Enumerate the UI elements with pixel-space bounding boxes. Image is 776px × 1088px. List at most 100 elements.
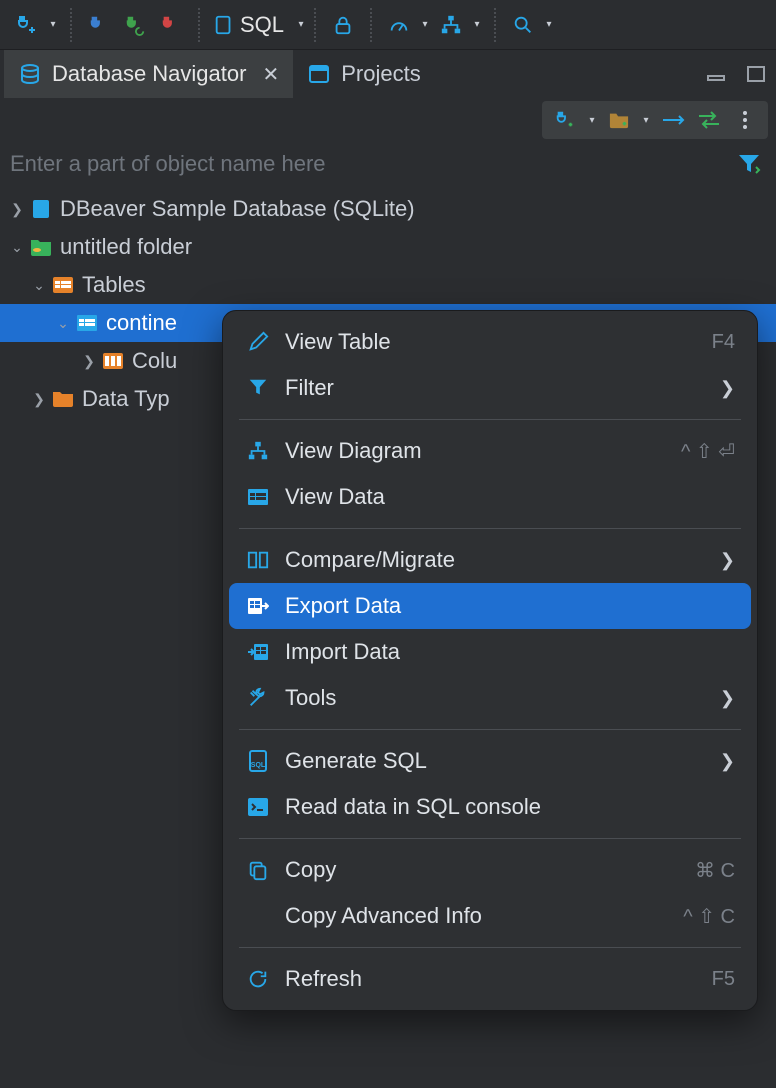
filter-icon[interactable] — [732, 147, 766, 181]
menu-generate-sql[interactable]: SQL Generate SQL ❯ — [229, 738, 751, 784]
collapse-icon[interactable]: ⌄ — [52, 315, 74, 332]
minimize-view-button[interactable] — [696, 50, 736, 98]
tree-label: Data Typ — [82, 386, 170, 412]
menu-import-data[interactable]: Import Data — [229, 629, 751, 675]
menu-separator — [239, 729, 741, 730]
collapse-icon[interactable]: ⌄ — [6, 239, 28, 256]
menu-label: Import Data — [285, 639, 735, 665]
menu-export-data[interactable]: Export Data — [229, 583, 751, 629]
menu-label: View Table — [285, 329, 698, 355]
toolbar-separator — [198, 8, 200, 42]
plug-connect-button[interactable] — [82, 8, 116, 42]
lock-button[interactable] — [326, 8, 360, 42]
search-dropdown[interactable]: ▾ — [542, 8, 556, 42]
context-menu: View Table F4 Filter ❯ View Diagram ^ ⇧ … — [222, 310, 758, 1011]
new-connection-icon[interactable] — [550, 105, 580, 135]
chevron-right-icon: ❯ — [720, 378, 735, 399]
tree-item-sample-db[interactable]: ❯ DBeaver Sample Database (SQLite) — [0, 190, 776, 228]
tables-folder-icon — [50, 272, 76, 298]
tab-label: Database Navigator — [52, 61, 246, 87]
main-toolbar: ▾ SQL ▾ ▾ ▾ ▾ — [0, 0, 776, 50]
expand-icon[interactable]: ❯ — [6, 201, 28, 218]
tools-icon — [245, 685, 271, 711]
more-icon[interactable] — [730, 105, 760, 135]
chevron-right-icon: ❯ — [720, 688, 735, 709]
sql-dropdown[interactable]: ▾ — [294, 8, 308, 42]
tree-label: Tables — [82, 272, 146, 298]
sql-file-icon: SQL — [245, 748, 271, 774]
schema-button[interactable] — [434, 8, 468, 42]
menu-label: Compare/Migrate — [285, 547, 706, 573]
export-icon — [245, 593, 271, 619]
menu-read-sql-console[interactable]: Read data in SQL console — [229, 784, 751, 830]
folder-icon — [50, 386, 76, 412]
filter-input[interactable] — [10, 151, 732, 177]
folder-db-icon — [28, 234, 54, 260]
menu-tools[interactable]: Tools ❯ — [229, 675, 751, 721]
tree-label: Colu — [132, 348, 177, 374]
chevron-right-icon: ❯ — [720, 550, 735, 571]
new-folder-dd[interactable]: ▾ — [640, 105, 652, 135]
link-icon[interactable] — [658, 105, 688, 135]
database-icon — [28, 196, 54, 222]
menu-label: Refresh — [285, 966, 698, 992]
menu-shortcut: F4 — [712, 331, 735, 354]
tree-item-tables[interactable]: ⌄ Tables — [0, 266, 776, 304]
search-button[interactable] — [506, 8, 540, 42]
menu-view-table[interactable]: View Table F4 — [229, 319, 751, 365]
menu-shortcut: ⌘ C — [695, 858, 735, 883]
dashboard-dropdown[interactable]: ▾ — [418, 8, 432, 42]
plug-disconnect-button[interactable] — [154, 8, 188, 42]
panel-toolbar: ▾ ▾ — [0, 98, 776, 142]
toolbar-separator — [370, 8, 372, 42]
diagram-icon — [245, 438, 271, 464]
tab-database-navigator[interactable]: Database Navigator ✕ — [4, 50, 293, 98]
dashboard-button[interactable] — [382, 8, 416, 42]
plug-reconnect-button[interactable] — [118, 8, 152, 42]
menu-separator — [239, 838, 741, 839]
expand-icon[interactable]: ❯ — [78, 353, 100, 370]
pencil-icon — [245, 329, 271, 355]
project-icon — [307, 62, 331, 86]
swap-icon[interactable] — [694, 105, 724, 135]
menu-view-data[interactable]: View Data — [229, 474, 751, 520]
menu-label: Copy Advanced Info — [285, 903, 669, 929]
schema-dropdown[interactable]: ▾ — [470, 8, 484, 42]
new-folder-icon[interactable] — [604, 105, 634, 135]
svg-text:SQL: SQL — [251, 762, 266, 769]
menu-label: View Data — [285, 484, 735, 510]
close-icon[interactable]: ✕ — [262, 62, 279, 87]
grid-icon — [245, 484, 271, 510]
filter-bar — [0, 142, 776, 186]
menu-copy[interactable]: Copy ⌘ C — [229, 847, 751, 893]
menu-label: Read data in SQL console — [285, 794, 735, 820]
menu-shortcut: ^ ⇧ ⏎ — [681, 439, 735, 464]
tab-projects[interactable]: Projects — [293, 50, 434, 98]
tree-label: untitled folder — [60, 234, 192, 260]
maximize-view-button[interactable] — [736, 50, 776, 98]
toolbar-separator — [314, 8, 316, 42]
menu-separator — [239, 528, 741, 529]
menu-filter[interactable]: Filter ❯ — [229, 365, 751, 411]
toolbar-separator — [494, 8, 496, 42]
sql-label: SQL — [240, 12, 284, 38]
menu-separator — [239, 947, 741, 948]
expand-icon[interactable]: ❯ — [28, 391, 50, 408]
toolbar-separator — [70, 8, 72, 42]
refresh-icon — [245, 966, 271, 992]
new-connection-dropdown[interactable]: ▾ — [46, 8, 60, 42]
sql-editor-button[interactable]: SQL — [206, 8, 292, 42]
menu-label: Tools — [285, 685, 706, 711]
menu-copy-advanced[interactable]: Copy Advanced Info ^ ⇧ C — [229, 893, 751, 939]
new-connection-button[interactable] — [10, 8, 44, 42]
chevron-right-icon: ❯ — [720, 751, 735, 772]
console-icon — [245, 794, 271, 820]
collapse-icon[interactable]: ⌄ — [28, 277, 50, 294]
menu-view-diagram[interactable]: View Diagram ^ ⇧ ⏎ — [229, 428, 751, 474]
tree-item-untitled-folder[interactable]: ⌄ untitled folder — [0, 228, 776, 266]
new-connection-dd[interactable]: ▾ — [586, 105, 598, 135]
import-icon — [245, 639, 271, 665]
menu-refresh[interactable]: Refresh F5 — [229, 956, 751, 1002]
database-icon — [18, 62, 42, 86]
menu-compare-migrate[interactable]: Compare/Migrate ❯ — [229, 537, 751, 583]
